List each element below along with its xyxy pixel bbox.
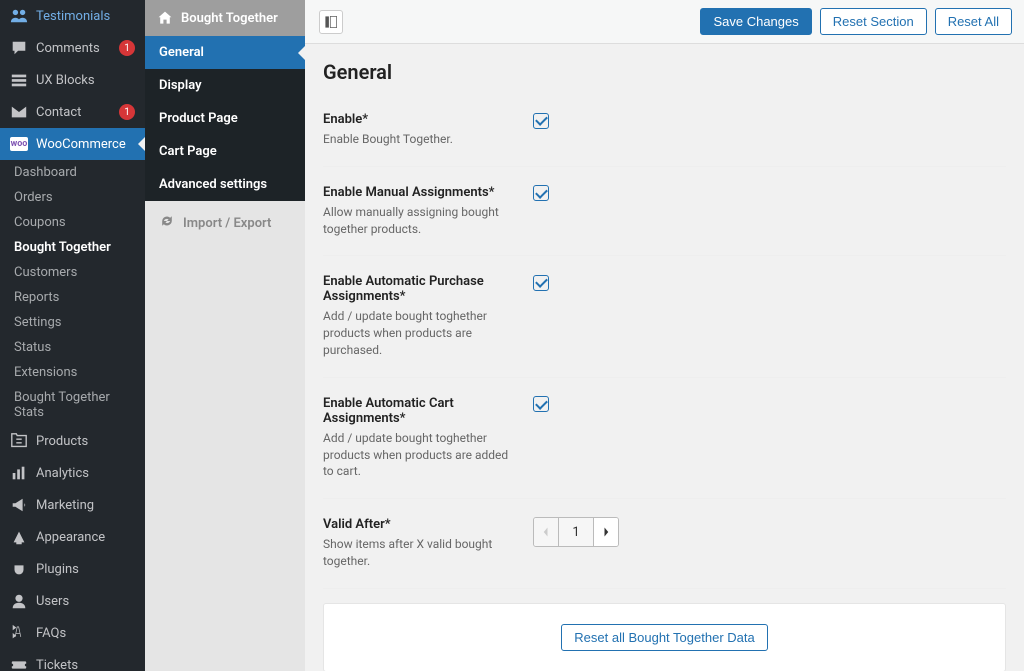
home-icon: [157, 10, 173, 26]
save-changes-button[interactable]: Save Changes: [700, 8, 811, 35]
sidebar-label: UX Blocks: [36, 73, 95, 88]
sidebar-subitem-bought-together[interactable]: Bought Together: [0, 235, 145, 260]
sub-item-display[interactable]: Display: [145, 69, 305, 102]
refresh-icon: [159, 213, 175, 233]
sidebar-subitem-stats[interactable]: Bought Together Stats: [0, 385, 145, 425]
field-auto-cart: Enable Automatic Cart Assignments* Add /…: [323, 378, 1006, 499]
field-enable: Enable* Enable Bought Together.: [323, 108, 1006, 167]
users-icon: [10, 592, 28, 610]
stepper-increment[interactable]: [594, 518, 618, 546]
badge: 1: [119, 104, 135, 120]
sub-item-import-export[interactable]: Import / Export: [145, 201, 305, 245]
sidebar-label: Contact: [36, 105, 81, 120]
sidebar-label: Tickets: [36, 658, 78, 671]
sidebar-label: WooCommerce: [36, 137, 126, 152]
marketing-icon: [10, 496, 28, 514]
stepper-decrement[interactable]: [534, 518, 558, 546]
valid-after-stepper: 1: [533, 517, 619, 547]
topbar: Save Changes Reset Section Reset All: [305, 0, 1024, 44]
sidebar-item-marketing[interactable]: Marketing: [0, 489, 145, 521]
import-export-label: Import / Export: [183, 216, 271, 231]
sidebar-label: Testimonials: [36, 9, 110, 24]
settings-content: General Enable* Enable Bought Together. …: [305, 44, 1024, 671]
sidebar-item-testimonials[interactable]: Testimonials: [0, 0, 145, 32]
page-heading: General: [323, 60, 1006, 84]
sidebar-subitem-customers[interactable]: Customers: [0, 260, 145, 285]
badge: 1: [119, 40, 135, 56]
reset-data-box: Reset all Bought Together Data: [323, 603, 1006, 671]
field-title: Enable Automatic Cart Assignments*: [323, 396, 513, 426]
main-content: Save Changes Reset Section Reset All Gen…: [305, 0, 1024, 671]
tickets-icon: [10, 656, 28, 671]
sidebar-item-contact[interactable]: Contact 1: [0, 96, 145, 128]
field-desc: Allow manually assigning bought together…: [323, 204, 513, 238]
sidebar-label: Users: [36, 594, 69, 609]
manual-assignments-checkbox[interactable]: [533, 185, 549, 201]
sub-item-product-page[interactable]: Product Page: [145, 102, 305, 135]
sidebar-label: Marketing: [36, 498, 94, 513]
sidebar-label: Analytics: [36, 466, 89, 481]
field-desc: Enable Bought Together.: [323, 131, 513, 148]
testimonials-icon: [10, 7, 28, 25]
settings-sub-sidebar: Bought Together General Display Product …: [145, 0, 305, 671]
sidebar-subitem-coupons[interactable]: Coupons: [0, 210, 145, 235]
appearance-icon: [10, 528, 28, 546]
faqs-icon: [10, 624, 28, 642]
sidebar-label: Comments: [36, 41, 100, 56]
sidebar-item-appearance[interactable]: Appearance: [0, 521, 145, 553]
sub-item-general[interactable]: General: [145, 36, 305, 69]
sub-sidebar-title-label: Bought Together: [181, 11, 278, 26]
sidebar-subitem-status[interactable]: Status: [0, 335, 145, 360]
contact-icon: [10, 103, 28, 121]
sidebar-item-woocommerce[interactable]: woo WooCommerce: [0, 128, 145, 160]
products-icon: [10, 432, 28, 450]
sidebar-item-tickets[interactable]: Tickets: [0, 649, 145, 671]
woocommerce-icon: woo: [10, 135, 28, 153]
sidebar-label: Appearance: [36, 530, 105, 545]
sidebar-item-faqs[interactable]: FAQs: [0, 617, 145, 649]
auto-cart-checkbox[interactable]: [533, 396, 549, 412]
auto-purchase-checkbox[interactable]: [533, 275, 549, 291]
reset-all-data-button[interactable]: Reset all Bought Together Data: [561, 624, 767, 651]
blocks-icon: [10, 71, 28, 89]
field-manual-assignments: Enable Manual Assignments* Allow manuall…: [323, 167, 1006, 257]
field-desc: Add / update bought toghether products w…: [323, 430, 513, 480]
field-auto-purchase: Enable Automatic Purchase Assignments* A…: [323, 256, 1006, 377]
sidebar-item-plugins[interactable]: Plugins: [0, 553, 145, 585]
sidebar-label: FAQs: [36, 626, 66, 641]
field-desc: Show items after X valid bought together…: [323, 536, 513, 570]
wp-admin-sidebar: Testimonials Comments 1 UX Blocks Contac…: [0, 0, 145, 671]
toggle-layout-button[interactable]: [319, 10, 343, 34]
plugins-icon: [10, 560, 28, 578]
comments-icon: [10, 39, 28, 57]
field-title: Enable Automatic Purchase Assignments*: [323, 274, 513, 304]
sidebar-subitem-orders[interactable]: Orders: [0, 185, 145, 210]
reset-all-button[interactable]: Reset All: [935, 8, 1012, 35]
sidebar-subitem-dashboard[interactable]: Dashboard: [0, 160, 145, 185]
enable-checkbox[interactable]: [533, 113, 549, 129]
field-title: Enable*: [323, 112, 513, 127]
sidebar-item-users[interactable]: Users: [0, 585, 145, 617]
sidebar-subitem-settings[interactable]: Settings: [0, 310, 145, 335]
sidebar-label: Plugins: [36, 562, 79, 577]
sub-item-cart-page[interactable]: Cart Page: [145, 135, 305, 168]
sidebar-item-products[interactable]: Products: [0, 425, 145, 457]
sidebar-label: Products: [36, 434, 88, 449]
stepper-value[interactable]: 1: [558, 518, 594, 546]
field-desc: Add / update bought toghether products w…: [323, 308, 513, 358]
sidebar-item-analytics[interactable]: Analytics: [0, 457, 145, 489]
sub-sidebar-title[interactable]: Bought Together: [145, 0, 305, 36]
field-title: Valid After*: [323, 517, 513, 532]
field-title: Enable Manual Assignments*: [323, 185, 513, 200]
sidebar-subitem-reports[interactable]: Reports: [0, 285, 145, 310]
analytics-icon: [10, 464, 28, 482]
sidebar-item-comments[interactable]: Comments 1: [0, 32, 145, 64]
sub-item-advanced[interactable]: Advanced settings: [145, 168, 305, 201]
field-valid-after: Valid After* Show items after X valid bo…: [323, 499, 1006, 589]
sidebar-item-uxblocks[interactable]: UX Blocks: [0, 64, 145, 96]
sidebar-subitem-extensions[interactable]: Extensions: [0, 360, 145, 385]
reset-section-button[interactable]: Reset Section: [820, 8, 927, 35]
